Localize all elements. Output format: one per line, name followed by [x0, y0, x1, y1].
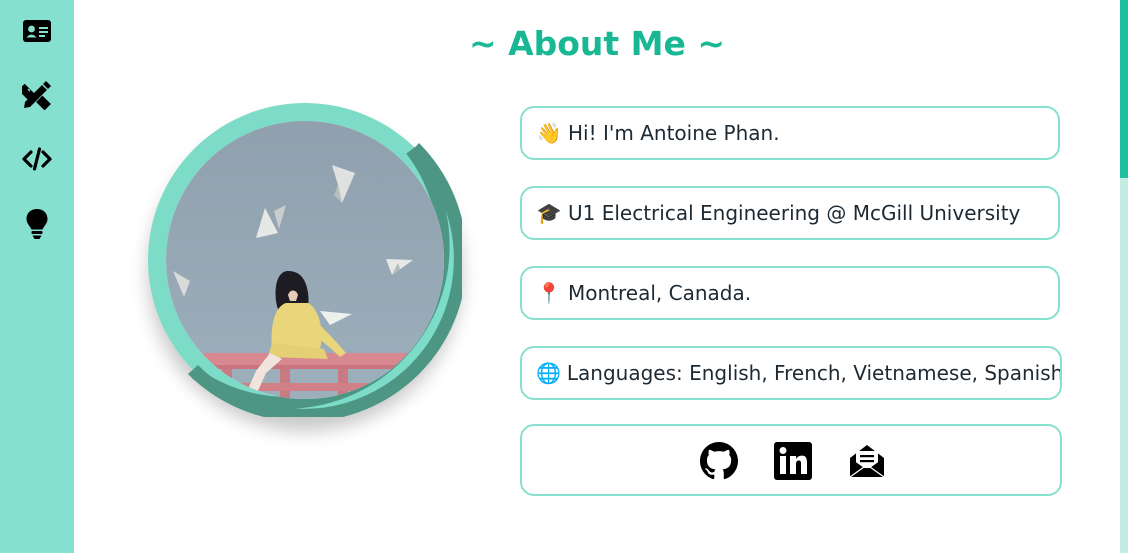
graduation-cap-icon: 🎓 — [536, 201, 562, 225]
email-link[interactable] — [848, 442, 886, 480]
info-card-location: 📍 Montreal, Canada. — [520, 266, 1060, 320]
avatar — [148, 103, 462, 417]
sidebar — [0, 0, 74, 553]
info-text: Languages: English, French, Vietnamese, … — [566, 361, 1062, 385]
page-title: ~ About Me ~ — [468, 24, 726, 63]
profile-photo — [148, 103, 462, 417]
location-pin-icon: 📍 — [536, 281, 562, 305]
globe-icon: 🌐 — [536, 361, 561, 385]
sidebar-item-ideas[interactable] — [19, 206, 55, 242]
scrollbar-thumb[interactable] — [1120, 0, 1128, 178]
github-link[interactable] — [700, 442, 738, 480]
info-card-languages: 🌐 Languages: English, French, Vietnamese… — [520, 346, 1062, 400]
info-text: Hi! I'm Antoine Phan. — [568, 121, 780, 145]
pencil-ruler-icon — [22, 80, 52, 110]
sidebar-item-projects[interactable] — [19, 77, 55, 113]
email-icon — [848, 445, 886, 484]
sidebar-item-code[interactable] — [19, 141, 55, 177]
social-links — [520, 424, 1062, 496]
scrollbar-track[interactable] — [1120, 0, 1128, 553]
waving-hand-icon: 👋 — [536, 121, 562, 145]
code-icon — [22, 147, 52, 171]
info-card-education: 🎓 U1 Electrical Engineering @ McGill Uni… — [520, 186, 1060, 240]
info-text: U1 Electrical Engineering @ McGill Unive… — [568, 201, 1021, 225]
linkedin-link[interactable] — [774, 442, 812, 480]
id-card-icon — [22, 19, 52, 43]
info-text: Montreal, Canada. — [568, 281, 752, 305]
sidebar-item-about[interactable] — [19, 13, 55, 49]
info-card-greeting: 👋 Hi! I'm Antoine Phan. — [520, 106, 1060, 160]
linkedin-icon — [774, 442, 812, 484]
lightbulb-icon — [25, 208, 49, 240]
github-icon — [700, 442, 738, 484]
